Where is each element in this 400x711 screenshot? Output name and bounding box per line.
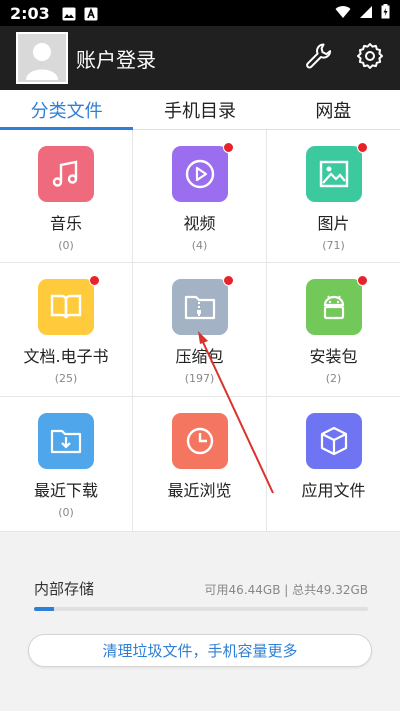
category-count: (197) [184, 372, 215, 385]
category-label: 音乐 [49, 214, 82, 233]
category-archives[interactable]: 压缩包 (197) [133, 263, 267, 397]
category-recent-downloads[interactable]: 最近下载 (0) [0, 397, 133, 532]
new-badge [356, 275, 368, 286]
category-app-files[interactable]: 应用文件 [267, 397, 400, 532]
status-time: 2:03 [10, 3, 50, 23]
app-header: 账户登录 [0, 26, 400, 90]
avatar[interactable] [16, 32, 68, 84]
image-notification-icon [62, 6, 76, 21]
category-music[interactable]: 音乐 (0) [0, 130, 133, 263]
signal-icon [359, 4, 373, 23]
status-bar: 2:03 [0, 0, 400, 26]
category-label: 压缩包 [175, 347, 224, 366]
login-title[interactable]: 账户登录 [76, 44, 156, 73]
new-badge [89, 275, 100, 286]
tab-cloud-drive[interactable]: 网盘 [267, 90, 400, 129]
category-label: 图片 [317, 214, 350, 233]
category-count: (0) [58, 506, 74, 519]
category-count: (4) [191, 239, 208, 252]
tab-bar: 分类文件 手机目录 网盘 [0, 90, 400, 130]
category-label: 安装包 [309, 347, 358, 366]
category-count: (0) [58, 239, 74, 252]
new-badge [356, 142, 368, 153]
new-badge [222, 275, 234, 286]
category-documents[interactable]: 文档.电子书 (25) [0, 263, 133, 397]
font-notification-icon [84, 6, 98, 21]
download-folder-icon [38, 413, 94, 469]
category-count: (25) [54, 372, 78, 385]
category-label: 最近下载 [33, 481, 98, 500]
category-label: 文档.电子书 [23, 347, 109, 366]
picture-icon [305, 142, 368, 202]
zip-folder-icon [171, 275, 234, 335]
android-icon [305, 275, 368, 335]
gear-icon[interactable] [356, 42, 384, 74]
play-icon [171, 142, 234, 202]
music-icon [38, 146, 94, 202]
clock-icon [171, 413, 228, 469]
wifi-icon [335, 4, 351, 23]
storage-name: 内部存储 [34, 580, 95, 598]
tab-categories[interactable]: 分类文件 [0, 90, 134, 130]
category-grid: 音乐 (0) 视频 (4) 图片 (71) 文档.电子书 (25) 压缩包 (1 [0, 130, 400, 532]
cube-icon [305, 413, 362, 469]
storage-usage-bar [34, 607, 368, 611]
battery-icon [381, 3, 390, 23]
category-count: (71) [322, 239, 345, 252]
category-recent-browsing[interactable]: 最近浏览 [133, 397, 267, 532]
category-pictures[interactable]: 图片 (71) [267, 130, 400, 263]
internal-storage[interactable]: 内部存储 可用46.44GB | 总共49.32GB [34, 578, 368, 611]
category-apk[interactable]: 安装包 (2) [267, 263, 400, 397]
storage-usage-fill [34, 607, 55, 611]
category-video[interactable]: 视频 (4) [133, 130, 267, 263]
category-label: 视频 [183, 214, 216, 233]
category-label: 应用文件 [301, 481, 366, 500]
category-count: (2) [325, 372, 342, 385]
storage-info: 可用46.44GB | 总共49.32GB [204, 583, 368, 597]
new-badge [222, 142, 234, 153]
book-icon [38, 275, 100, 335]
category-label: 最近浏览 [167, 481, 232, 500]
wrench-icon[interactable] [304, 41, 334, 75]
tab-phone-directory[interactable]: 手机目录 [133, 90, 266, 129]
clean-junk-button[interactable]: 清理垃圾文件，手机容量更多 [28, 634, 372, 667]
